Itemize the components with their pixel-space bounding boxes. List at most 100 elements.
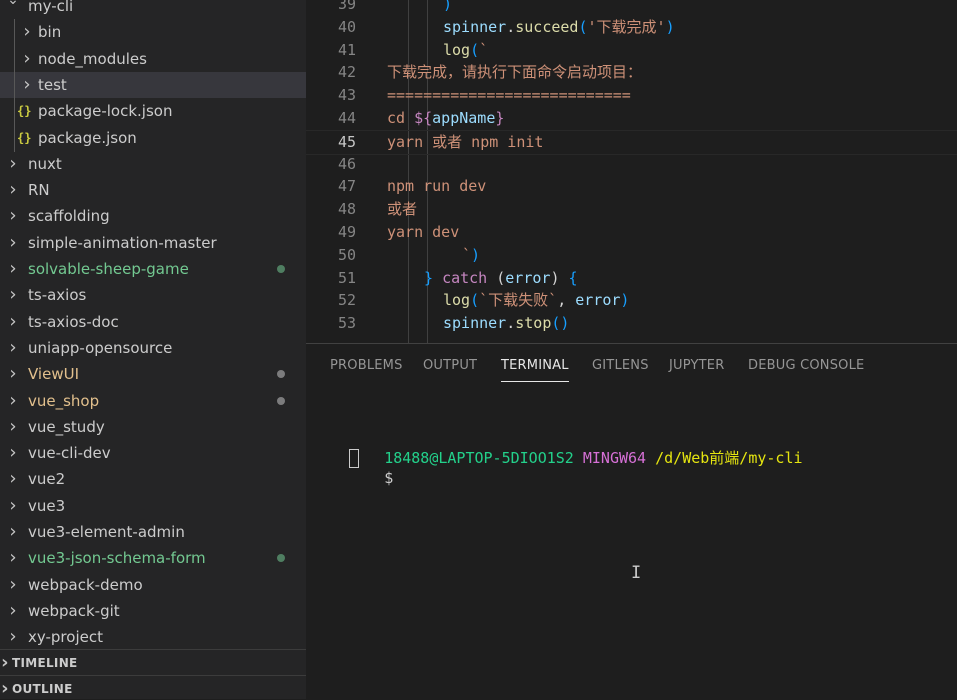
line-number: 52: [337, 291, 356, 309]
bottom-panel: PROBLEMS OUTPUT TERMINAL GITLENS JUPYTER DEBU…: [306, 343, 957, 700]
tree-folder[interactable]: simple-animation-master: [0, 230, 306, 256]
code-line[interactable]: 53 spinner.stop(): [306, 312, 957, 335]
tree-label: ViewUI: [28, 365, 79, 383]
tree-folder[interactable]: vue2: [0, 466, 306, 492]
code-text: spinner.stop(): [443, 312, 569, 335]
git-modified-dot: [277, 554, 285, 562]
tree-folder[interactable]: scaffolding: [0, 203, 306, 229]
code-token: log: [443, 291, 471, 309]
indent-guide: [14, 46, 15, 73]
tree-folder[interactable]: vue-cli-dev: [0, 440, 306, 466]
tree-folder[interactable]: uniapp-opensource: [0, 335, 306, 361]
tab-output[interactable]: OUTPUT: [423, 358, 477, 373]
tree-folder[interactable]: RN: [0, 177, 306, 203]
terminal-input-line[interactable]: $: [330, 448, 393, 508]
tab-terminal[interactable]: TERMINAL: [501, 358, 569, 382]
timeline-panel-header[interactable]: TIMELINE: [0, 649, 306, 676]
tree-folder[interactable]: test: [0, 72, 306, 99]
outline-label: OUTLINE: [12, 682, 73, 696]
tree-folder[interactable]: ts-axios-doc: [0, 309, 306, 335]
outline-panel-header[interactable]: OUTLINE: [0, 675, 306, 699]
terminal-cwd: /d/Web前端/my-cli: [655, 449, 803, 467]
code-line[interactable]: 43 ===========================: [306, 84, 957, 107]
chevron-right-icon: [20, 72, 34, 98]
chevron-right-icon: [6, 440, 20, 466]
tree-folder[interactable]: nuxt: [0, 151, 306, 177]
line-number: 39: [337, 0, 356, 13]
code-line[interactable]: 40 spinner.succeed('下载完成'): [306, 16, 957, 39]
code-line[interactable]: 48 或者: [306, 198, 957, 221]
tree-folder[interactable]: webpack-demo: [0, 572, 306, 598]
git-modified-dot: [277, 265, 285, 273]
code-line[interactable]: 42 下载完成，请执行下面命令启动项目：: [306, 61, 957, 84]
code-text: `): [462, 244, 480, 267]
chevron-right-icon: [6, 309, 20, 335]
tree-folder-my-cli[interactable]: my-cli: [0, 0, 306, 19]
chevron-right-icon: [6, 282, 20, 308]
code-token: `: [479, 41, 489, 59]
tab-gitlens[interactable]: GITLENS: [592, 358, 649, 373]
tree-folder[interactable]: vue3-element-admin: [0, 519, 306, 545]
tree-label: vue2: [28, 470, 66, 488]
chevron-right-icon: [0, 676, 12, 699]
tree-label: RN: [28, 181, 50, 199]
code-token: yarn dev: [387, 223, 460, 241]
code-line[interactable]: 47 npm run dev: [306, 175, 957, 198]
code-line[interactable]: 52 log(`下载失败`, error): [306, 289, 957, 312]
code-line[interactable]: 50 `): [306, 244, 957, 267]
code-line[interactable]: 46: [306, 153, 957, 176]
tree-label: package-lock.json: [38, 102, 173, 120]
code-text: yarn 或者 npm init: [387, 131, 543, 154]
code-token: spinner: [443, 314, 507, 332]
terminal-cursor: [349, 449, 359, 468]
code-line[interactable]: 51} catch (error) {: [306, 267, 957, 290]
tree-folder[interactable]: vue_shop: [0, 388, 306, 414]
code-line[interactable]: 39): [306, 0, 957, 16]
tree-folder[interactable]: vue3: [0, 493, 306, 519]
line-number: 41: [337, 41, 356, 59]
tree-label: simple-animation-master: [28, 234, 217, 252]
line-number: 42: [337, 63, 356, 81]
line-number: 46: [337, 155, 356, 173]
line-number: 40: [337, 18, 356, 36]
chevron-right-icon: [6, 519, 20, 545]
code-text: ===========================: [387, 84, 631, 107]
code-token: spinner: [443, 18, 507, 36]
code-line[interactable]: 49 yarn dev: [306, 221, 957, 244]
tree-folder[interactable]: vue_study: [0, 414, 306, 440]
code-token: .: [506, 314, 516, 332]
code-text: log(`: [443, 39, 488, 62]
tab-jupyter[interactable]: JUPYTER: [669, 358, 724, 373]
terminal-shell-name: MINGW64: [582, 449, 647, 467]
code-token: (: [487, 269, 506, 287]
tree-folder[interactable]: ts-axios: [0, 282, 306, 308]
tree-label: vue-cli-dev: [28, 444, 111, 462]
code-line[interactable]: 44 cd ${appName}: [306, 107, 957, 130]
tab-debug-console[interactable]: DEBUG CONSOLE: [748, 358, 864, 373]
code-text: 或者: [387, 198, 417, 221]
chevron-right-icon: [6, 624, 20, 650]
tree-folder[interactable]: bin: [0, 19, 306, 46]
tree-folder[interactable]: solvable-sheep-game: [0, 256, 306, 282]
code-editor[interactable]: 39) 40 spinner.succeed('下载完成') 41 log(` 42 下载完…: [306, 0, 957, 343]
tree-file[interactable]: {} package-lock.json: [0, 98, 306, 125]
tree-folder[interactable]: ViewUI: [0, 361, 306, 387]
chevron-right-icon: [6, 598, 20, 624]
code-line[interactable]: 41 log(`: [306, 39, 957, 62]
code-token: cd: [387, 109, 415, 127]
git-modified-dot: [277, 397, 285, 405]
chevron-right-icon: [6, 572, 20, 598]
tab-problems[interactable]: PROBLEMS: [330, 358, 403, 373]
code-token: appName: [432, 109, 496, 127]
line-number: 53: [337, 314, 356, 332]
tree-folder[interactable]: webpack-git: [0, 598, 306, 624]
indent-guide: [14, 19, 15, 46]
code-line[interactable]: 45 yarn 或者 npm init: [306, 130, 957, 155]
tree-label: webpack-git: [28, 602, 120, 620]
tree-folder[interactable]: xy-project: [0, 624, 306, 650]
tree-file[interactable]: {} package.json: [0, 125, 306, 152]
chevron-right-icon: [6, 335, 20, 361]
line-number: 47: [337, 177, 356, 195]
tree-folder[interactable]: node_modules: [0, 46, 306, 73]
tree-folder[interactable]: vue3-json-schema-form: [0, 545, 306, 571]
